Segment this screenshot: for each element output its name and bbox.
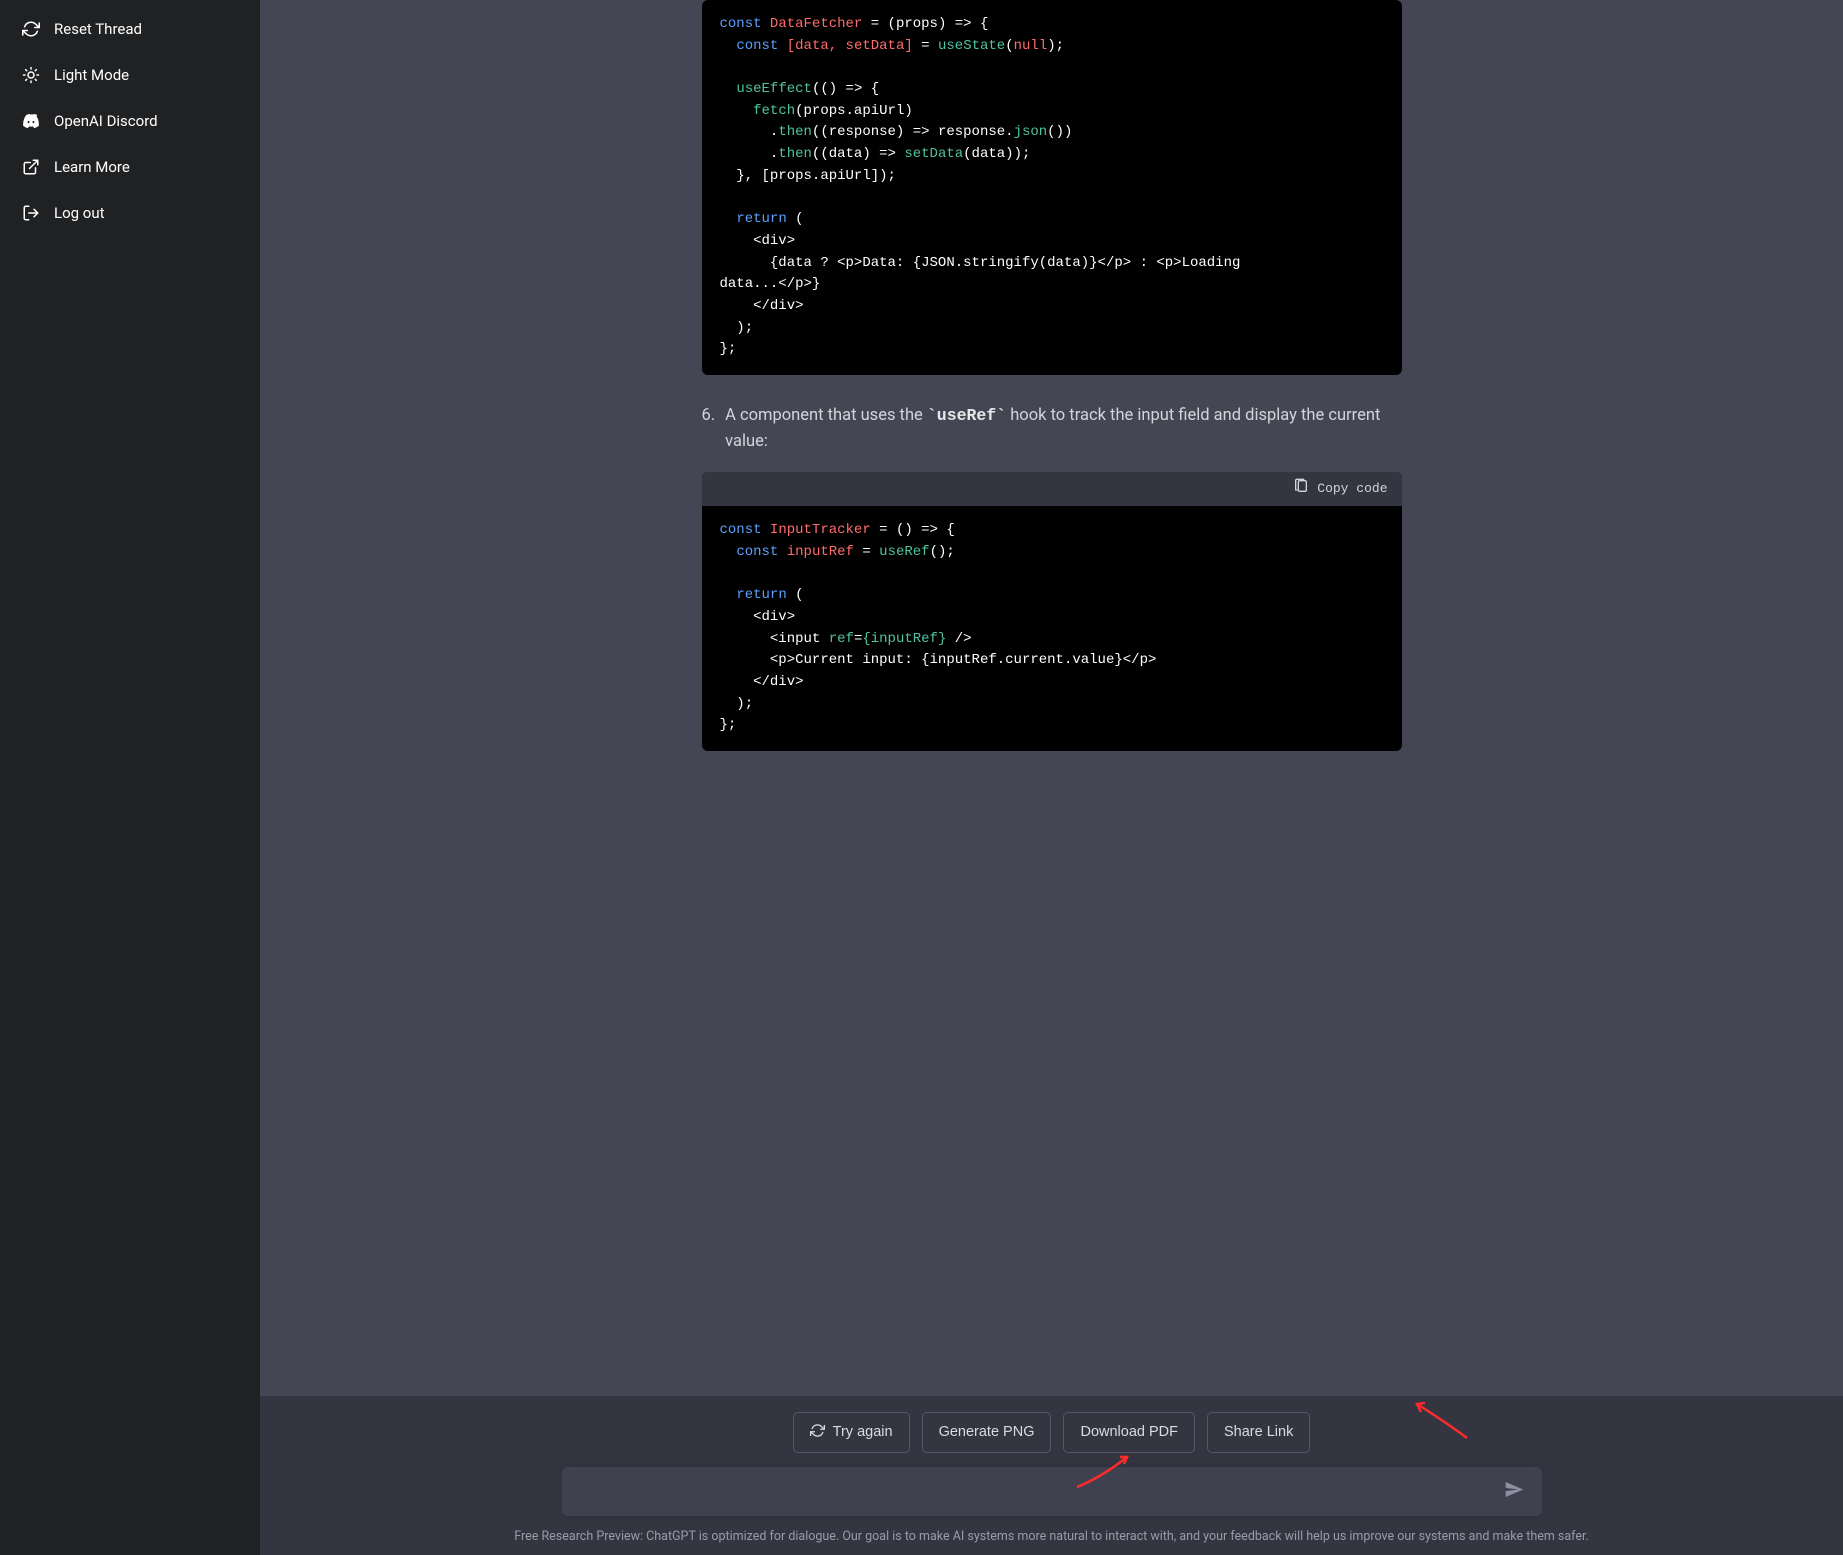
sidebar-item-label: Log out [54, 204, 105, 222]
send-icon [1504, 1488, 1524, 1503]
sidebar-item-learn-more[interactable]: Learn More [8, 146, 252, 188]
footer-buttons: Try again Generate PNG Download PDF Shar… [278, 1412, 1825, 1453]
discord-icon [22, 112, 40, 130]
generate-png-label: Generate PNG [939, 1424, 1035, 1440]
inline-code-useref: `useRef` [927, 406, 1006, 425]
sidebar-item-logout[interactable]: Log out [8, 192, 252, 234]
refresh-icon [810, 1423, 825, 1442]
code-body-2: const InputTracker = () => { const input… [702, 506, 1402, 751]
code-header: Copy code [702, 472, 1402, 506]
clipboard-icon [1293, 478, 1309, 501]
main: const DataFetcher = (props) => { const [… [260, 0, 1843, 1555]
sidebar-item-label: Reset Thread [54, 20, 142, 38]
copy-code-label: Copy code [1317, 479, 1387, 499]
generate-png-button[interactable]: Generate PNG [922, 1412, 1052, 1453]
download-pdf-button[interactable]: Download PDF [1063, 1412, 1195, 1453]
sun-icon [22, 66, 40, 84]
refresh-icon [22, 20, 40, 38]
share-link-button[interactable]: Share Link [1207, 1412, 1310, 1453]
conversation-area[interactable]: const DataFetcher = (props) => { const [… [260, 0, 1843, 1396]
footer: Try again Generate PNG Download PDF Shar… [260, 1396, 1843, 1555]
chat-input[interactable] [562, 1467, 1542, 1516]
send-button[interactable] [1498, 1474, 1530, 1509]
disclaimer: Free Research Preview: ChatGPT is optimi… [278, 1528, 1825, 1546]
sidebar-item-label: Light Mode [54, 66, 129, 84]
list-item-6: 6. A component that uses the `useRef` ho… [702, 403, 1402, 454]
list-number: 6. [702, 403, 716, 454]
external-link-icon [22, 158, 40, 176]
download-pdf-label: Download PDF [1080, 1424, 1178, 1440]
sidebar: Reset Thread Light Mode OpenAI Discord L… [0, 0, 260, 1555]
code-block-1: const DataFetcher = (props) => { const [… [702, 0, 1402, 375]
logout-icon [22, 204, 40, 222]
sidebar-item-label: Learn More [54, 158, 130, 176]
input-wrap [562, 1467, 1542, 1516]
copy-code-button[interactable]: Copy code [1293, 478, 1387, 501]
try-again-button[interactable]: Try again [793, 1412, 910, 1453]
code-block-2: Copy code const InputTracker = () => { c… [702, 472, 1402, 751]
share-link-label: Share Link [1224, 1424, 1293, 1440]
list-text: A component that uses the `useRef` hook … [725, 403, 1401, 454]
sidebar-item-label: OpenAI Discord [54, 112, 158, 130]
sidebar-item-light-mode[interactable]: Light Mode [8, 54, 252, 96]
try-again-label: Try again [833, 1424, 893, 1440]
sidebar-item-discord[interactable]: OpenAI Discord [8, 100, 252, 142]
code-body-1: const DataFetcher = (props) => { const [… [702, 0, 1402, 375]
sidebar-item-reset[interactable]: Reset Thread [8, 8, 252, 50]
